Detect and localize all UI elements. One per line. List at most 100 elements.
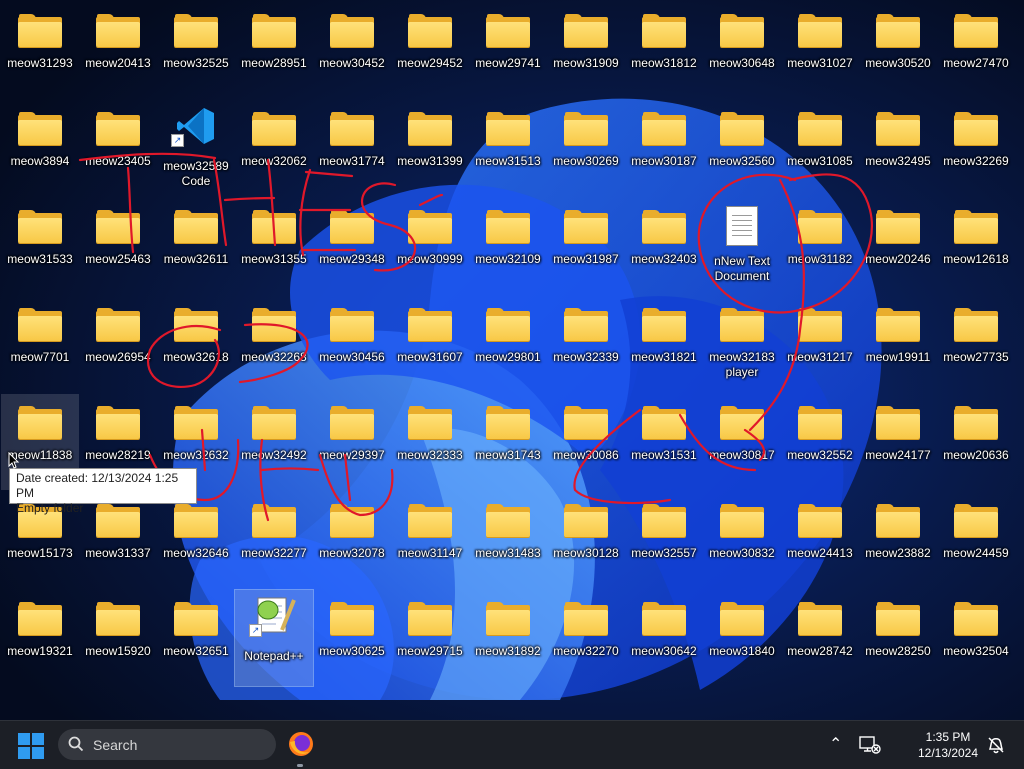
desktop-folder-icon[interactable]: meow32560	[703, 100, 781, 196]
desktop-folder-icon[interactable]: meow29715	[391, 590, 469, 686]
desktop-folder-icon[interactable]: meow32403	[625, 198, 703, 294]
desktop-folder-icon[interactable]: meow24459	[937, 492, 1015, 588]
desktop-folder-icon[interactable]: meow30456	[313, 296, 391, 392]
desktop-folder-icon[interactable]: meow28250	[859, 590, 937, 686]
desktop-folder-icon[interactable]: meow31812	[625, 2, 703, 98]
desktop-folder-icon[interactable]: meow30625	[313, 590, 391, 686]
desktop-folder-icon[interactable]: meow12618	[937, 198, 1015, 294]
firefox-icon[interactable]	[287, 730, 315, 758]
desktop-folder-icon[interactable]: meow29397	[313, 394, 391, 490]
desktop-folder-icon[interactable]: meow32618	[157, 296, 235, 392]
icon-label: meow31147	[397, 546, 463, 560]
desktop-folder-icon[interactable]: meow26954	[79, 296, 157, 392]
desktop-text-document-icon[interactable]: nNew Text Document	[703, 198, 781, 294]
desktop-folder-icon[interactable]: meow31743	[469, 394, 547, 490]
desktop-folder-icon[interactable]: meow20246	[859, 198, 937, 294]
desktop-folder-icon[interactable]: meow31399	[391, 100, 469, 196]
icon-label: meow31743	[475, 448, 541, 462]
desktop-folder-icon[interactable]: meow30269	[547, 100, 625, 196]
desktop-folder-icon[interactable]: meow30086	[547, 394, 625, 490]
desktop-folder-icon[interactable]: meow24413	[781, 492, 859, 588]
desktop-folder-icon[interactable]: meow27735	[937, 296, 1015, 392]
desktop-folder-icon[interactable]: meow28951	[235, 2, 313, 98]
desktop-folder-icon[interactable]: meow31182	[781, 198, 859, 294]
desktop-folder-icon[interactable]: meow32268	[235, 296, 313, 392]
desktop-folder-icon[interactable]: meow31840	[703, 590, 781, 686]
desktop-folder-icon[interactable]: meow30832	[703, 492, 781, 588]
network-icon[interactable]	[859, 735, 881, 755]
desktop-folder-icon[interactable]: meow30452	[313, 2, 391, 98]
desktop-folder-icon[interactable]: meow32109	[469, 198, 547, 294]
system-clock[interactable]: 1:35 PM 12/13/2024	[914, 729, 982, 761]
desktop-folder-icon[interactable]: meow32557	[625, 492, 703, 588]
icon-label: meow19321	[7, 644, 73, 658]
desktop-folder-icon[interactable]: meow31531	[625, 394, 703, 490]
desktop-folder-icon[interactable]: meow31217	[781, 296, 859, 392]
desktop-folder-icon[interactable]: meow27470	[937, 2, 1015, 98]
folder-icon	[252, 14, 296, 48]
desktop-folder-icon[interactable]: meow29348	[313, 198, 391, 294]
chevron-up-icon[interactable]: ⌃	[829, 734, 842, 754]
desktop-folder-icon[interactable]: meow32277	[235, 492, 313, 588]
clock-time: 1:35 PM	[925, 730, 971, 744]
desktop-folder-icon[interactable]: meow31293	[1, 2, 79, 98]
desktop-folder-icon[interactable]: meow7701	[1, 296, 79, 392]
desktop-folder-icon[interactable]: meow32495	[859, 100, 937, 196]
desktop-folder-icon[interactable]: meow31483	[469, 492, 547, 588]
desktop-folder-icon[interactable]: meow25463	[79, 198, 157, 294]
desktop-folder-icon[interactable]: meow32333	[391, 394, 469, 490]
taskbar-search-box[interactable]: Search	[58, 729, 276, 760]
desktop-notepadpp-shortcut[interactable]: ↗ Notepad++	[234, 589, 314, 687]
desktop-folder-icon[interactable]: meow32552	[781, 394, 859, 490]
desktop-folder-icon[interactable]: meow31607	[391, 296, 469, 392]
desktop-folder-icon[interactable]: meow31085	[781, 100, 859, 196]
folder-icon	[564, 210, 608, 244]
desktop-folder-icon[interactable]: meow30642	[625, 590, 703, 686]
desktop-folder-icon[interactable]: meow31821	[625, 296, 703, 392]
desktop-folder-icon[interactable]: meow32062	[235, 100, 313, 196]
desktop-folder-icon[interactable]: meow19321	[1, 590, 79, 686]
desktop-folder-icon[interactable]: meow30999	[391, 198, 469, 294]
desktop-folder-icon[interactable]: meow32651	[157, 590, 235, 686]
desktop-folder-icon[interactable]: meow31027	[781, 2, 859, 98]
desktop-folder-icon[interactable]: meow32492	[235, 394, 313, 490]
desktop-folder-icon[interactable]: meow30817	[703, 394, 781, 490]
desktop-folder-icon[interactable]: meow31533	[1, 198, 79, 294]
desktop-folder-icon[interactable]: meow31774	[313, 100, 391, 196]
desktop-folder-icon[interactable]: meow32183 player	[703, 296, 781, 392]
desktop-folder-icon[interactable]: meow3894	[1, 100, 79, 196]
desktop-folder-icon[interactable]: meow29452	[391, 2, 469, 98]
desktop-folder-icon[interactable]: meow20636	[937, 394, 1015, 490]
desktop-folder-icon[interactable]: meow24177	[859, 394, 937, 490]
folder-icon	[96, 308, 140, 342]
desktop-folder-icon[interactable]: meow29741	[469, 2, 547, 98]
desktop-folder-icon[interactable]: meow32339	[547, 296, 625, 392]
desktop-folder-icon[interactable]: meow19911	[859, 296, 937, 392]
desktop-folder-icon[interactable]: meow32269	[937, 100, 1015, 196]
desktop-folder-icon[interactable]: meow30187	[625, 100, 703, 196]
desktop-folder-icon[interactable]: meow20413	[79, 2, 157, 98]
desktop-folder-icon[interactable]: meow28742	[781, 590, 859, 686]
desktop-folder-icon[interactable]: meow30648	[703, 2, 781, 98]
windows-start-icon[interactable]	[18, 733, 44, 759]
desktop-folder-icon[interactable]: meow32504	[937, 590, 1015, 686]
desktop-folder-icon[interactable]: meow32078	[313, 492, 391, 588]
desktop-vscode-shortcut[interactable]: ↗ meow32589 Code	[157, 100, 235, 196]
desktop-folder-icon[interactable]: meow32611	[157, 198, 235, 294]
notification-bell-icon[interactable]	[986, 734, 1006, 756]
desktop-folder-icon[interactable]: meow31909	[547, 2, 625, 98]
desktop-folder-icon[interactable]: meow32525	[157, 2, 235, 98]
desktop-folder-icon[interactable]: meow31892	[469, 590, 547, 686]
desktop-folder-icon[interactable]: meow31147	[391, 492, 469, 588]
desktop-folder-icon[interactable]: meow29801	[469, 296, 547, 392]
desktop-folder-icon[interactable]: meow23405	[79, 100, 157, 196]
desktop-folder-icon[interactable]: meow23882	[859, 492, 937, 588]
folder-icon	[486, 504, 530, 538]
desktop-folder-icon[interactable]: meow15920	[79, 590, 157, 686]
desktop-folder-icon[interactable]: meow30128	[547, 492, 625, 588]
desktop-folder-icon[interactable]: meow30520	[859, 2, 937, 98]
desktop-folder-icon[interactable]: meow31987	[547, 198, 625, 294]
desktop-folder-icon[interactable]: meow31355	[235, 198, 313, 294]
desktop-folder-icon[interactable]: meow32270	[547, 590, 625, 686]
desktop-folder-icon[interactable]: meow31513	[469, 100, 547, 196]
